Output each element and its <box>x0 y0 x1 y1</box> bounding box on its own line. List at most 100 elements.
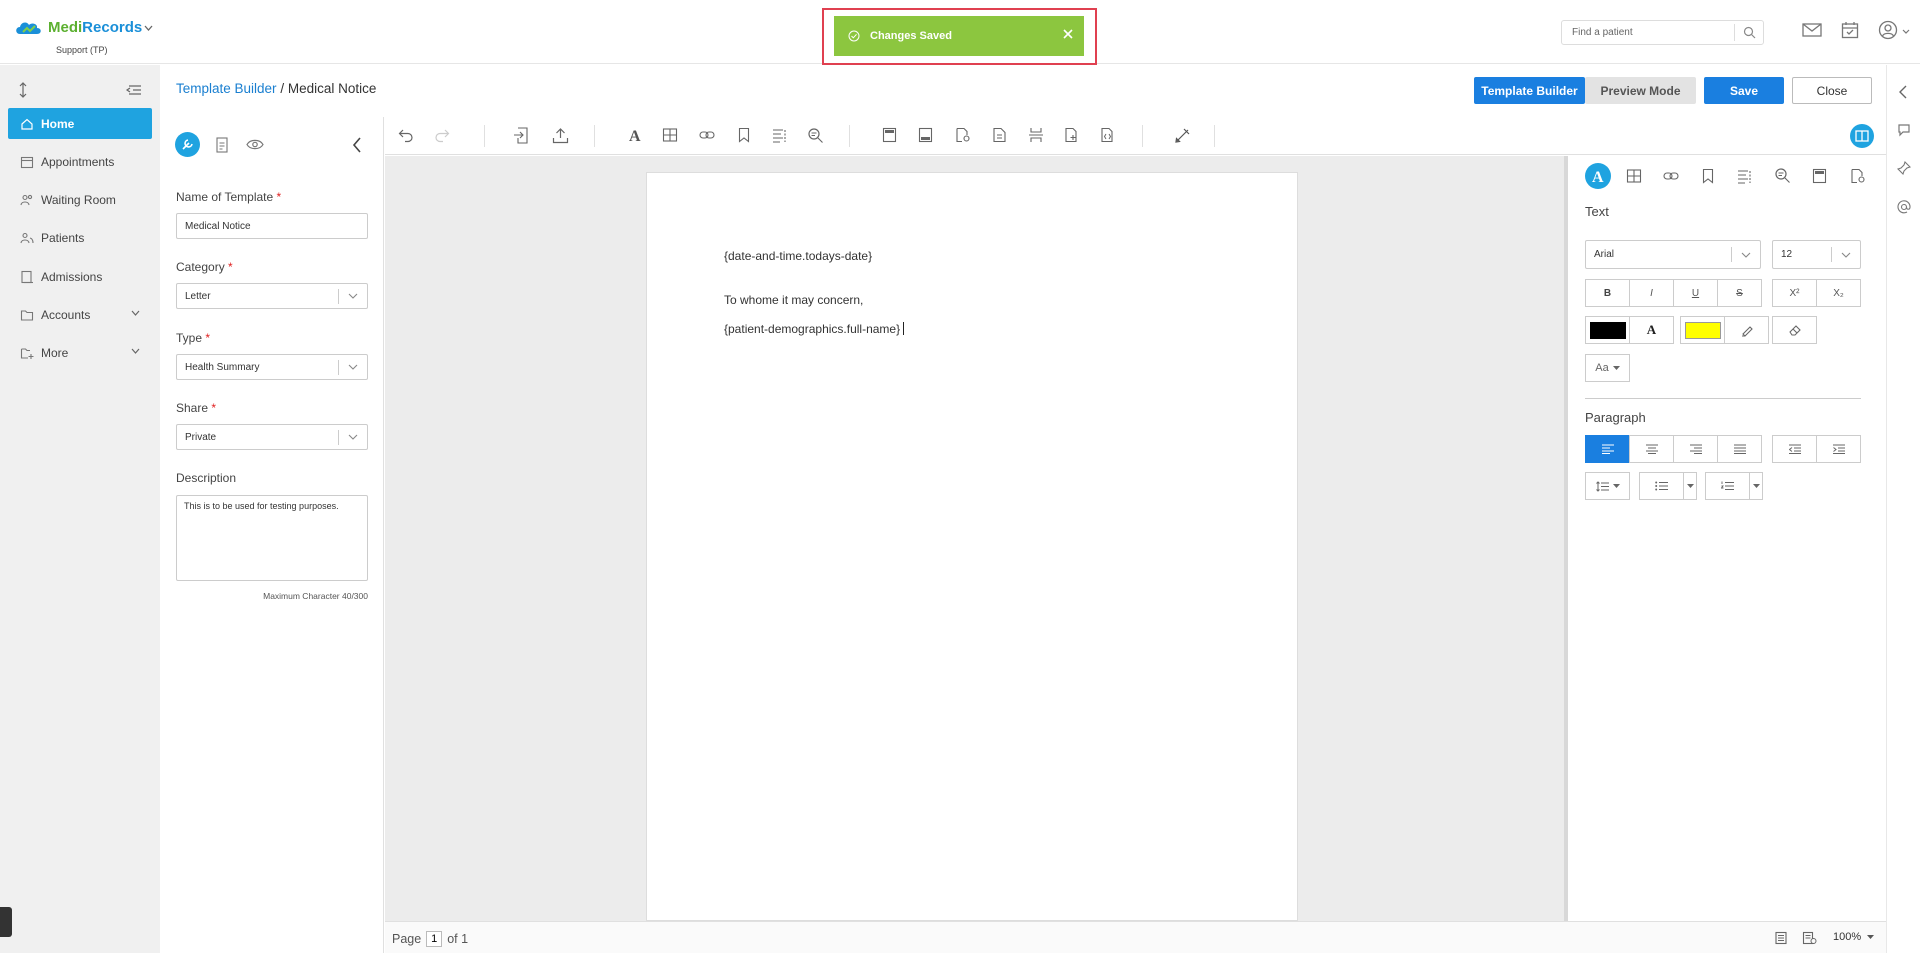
font-size-select[interactable]: 12 <box>1772 240 1861 269</box>
chevron-down-icon[interactable] <box>1902 29 1910 34</box>
sidebar-item-admissions[interactable]: Admissions <box>8 261 152 292</box>
sidebar-item-waiting-room[interactable]: Waiting Room <box>8 184 152 215</box>
link-icon[interactable] <box>699 127 715 143</box>
chat-icon[interactable] <box>1897 123 1911 137</box>
toggle-properties-pane[interactable] <box>1850 124 1874 148</box>
chevron-left-icon[interactable] <box>1897 85 1909 99</box>
type-select[interactable]: Health Summary <box>176 354 368 380</box>
template-name-label: Name of Template * <box>176 190 282 204</box>
search-input[interactable] <box>1562 27 1732 38</box>
change-case-label: Aa <box>1595 362 1609 374</box>
share-select[interactable]: Private <box>176 424 368 450</box>
justify-button[interactable] <box>1717 435 1762 463</box>
line-spacing-dropdown[interactable] <box>1585 472 1630 500</box>
preview-mode-button[interactable]: Preview Mode <box>1585 77 1696 104</box>
sidebar-item-patients[interactable]: Patients <box>8 222 152 253</box>
text-format-icon[interactable]: A <box>627 127 643 143</box>
eye-icon[interactable] <box>246 138 264 151</box>
merge-fields-icon[interactable] <box>1100 127 1116 143</box>
sidebar-item-home[interactable]: Home <box>8 108 152 139</box>
align-right-button[interactable] <box>1673 435 1718 463</box>
document-page[interactable]: {date-and-time.todays-date} To whome it … <box>646 172 1298 921</box>
footer-icon[interactable] <box>918 127 933 143</box>
sidebar-item-more[interactable]: More <box>8 337 152 368</box>
italic-button[interactable]: I <box>1629 279 1674 307</box>
header-icon[interactable] <box>1812 168 1827 184</box>
underline-button[interactable]: U <box>1673 279 1718 307</box>
find-replace-icon[interactable] <box>1774 167 1791 184</box>
page-settings-icon[interactable] <box>955 127 971 143</box>
pin-icon[interactable] <box>1897 161 1911 175</box>
upload-icon[interactable] <box>552 127 569 144</box>
restrict-editing-icon[interactable] <box>1174 127 1191 144</box>
strikethrough-button[interactable]: S <box>1717 279 1762 307</box>
numbered-list-button[interactable] <box>1705 472 1750 500</box>
align-left-button[interactable] <box>1585 435 1630 463</box>
page-settings-icon[interactable] <box>1850 168 1866 184</box>
document-tab-icon[interactable] <box>215 137 229 153</box>
close-button[interactable]: Close <box>1792 77 1872 104</box>
search-icon[interactable] <box>1743 26 1756 39</box>
change-case-dropdown[interactable]: Aa <box>1585 354 1630 382</box>
chevron-down-icon[interactable] <box>144 25 153 31</box>
format-panel <box>1568 156 1886 921</box>
breadcrumb-template-builder-link[interactable]: Template Builder <box>176 81 277 96</box>
increase-indent-button[interactable] <box>1816 435 1861 463</box>
subscript-button[interactable]: X₂ <box>1816 279 1861 307</box>
numbered-list-dropdown[interactable] <box>1749 472 1763 500</box>
document-line-with-caret[interactable]: {patient-demographics.full-name} <box>724 322 905 336</box>
page-number-input[interactable] <box>426 931 443 947</box>
zoom-dropdown[interactable]: 100% <box>1833 931 1875 943</box>
app-logo[interactable]: MediRecords <box>14 18 142 36</box>
highlight-button[interactable] <box>1724 316 1769 344</box>
table-icon[interactable] <box>662 127 678 143</box>
sidebar-item-appointments[interactable]: Appointments <box>8 146 152 177</box>
decrease-indent-button[interactable] <box>1772 435 1817 463</box>
tab-template-settings[interactable] <box>175 132 200 157</box>
link-icon[interactable] <box>1663 168 1679 184</box>
font-family-select[interactable]: Arial <box>1585 240 1761 269</box>
font-color-swatch[interactable] <box>1585 316 1630 344</box>
bullet-list-button[interactable] <box>1639 472 1684 500</box>
at-sign-icon[interactable] <box>1897 200 1911 214</box>
header-icon[interactable] <box>882 127 897 143</box>
page-break-icon[interactable] <box>1028 127 1044 143</box>
highlight-color-swatch[interactable] <box>1680 316 1725 344</box>
redo-icon[interactable] <box>434 127 450 143</box>
chevron-down-icon <box>1741 252 1751 258</box>
bullet-list-dropdown[interactable] <box>1683 472 1697 500</box>
side-drawer-tab[interactable] <box>0 907 12 937</box>
page-icon[interactable] <box>992 127 1007 143</box>
mail-icon[interactable] <box>1802 22 1822 38</box>
category-select[interactable]: Letter <box>176 283 368 309</box>
table-icon[interactable] <box>1626 168 1642 184</box>
bookmark-icon[interactable] <box>1700 168 1716 184</box>
bold-button[interactable]: B <box>1585 279 1630 307</box>
sidebar-item-accounts[interactable]: Accounts <box>8 299 152 330</box>
align-center-button[interactable] <box>1629 435 1674 463</box>
align-left-icon <box>1601 444 1614 454</box>
fields-icon[interactable] <box>1737 168 1753 184</box>
undo-icon[interactable] <box>398 127 414 143</box>
document-line[interactable]: {date-and-time.todays-date} <box>724 249 872 263</box>
font-color-button[interactable]: A <box>1629 316 1674 344</box>
web-layout-icon[interactable] <box>1802 931 1817 945</box>
save-button[interactable]: Save <box>1704 77 1784 104</box>
import-icon[interactable] <box>513 127 530 144</box>
close-icon[interactable] <box>1062 28 1074 40</box>
collapse-panel-icon[interactable] <box>352 137 362 153</box>
user-avatar-icon[interactable] <box>1878 20 1898 40</box>
document-line[interactable]: To whome it may concern, <box>724 293 863 307</box>
description-textarea[interactable]: This is to be used for testing purposes. <box>176 495 368 581</box>
calendar-check-icon[interactable] <box>1841 21 1859 39</box>
bookmark-icon[interactable] <box>736 127 752 143</box>
insert-page-icon[interactable] <box>1064 127 1080 143</box>
tab-text-format[interactable]: A <box>1585 163 1611 189</box>
print-layout-icon[interactable] <box>1774 931 1788 945</box>
find-replace-icon[interactable] <box>807 127 824 144</box>
superscript-button[interactable]: X² <box>1772 279 1817 307</box>
template-name-input[interactable]: Medical Notice <box>176 213 368 239</box>
fields-icon[interactable] <box>772 127 788 143</box>
clear-format-button[interactable] <box>1772 316 1817 344</box>
template-builder-button[interactable]: Template Builder <box>1474 77 1585 104</box>
